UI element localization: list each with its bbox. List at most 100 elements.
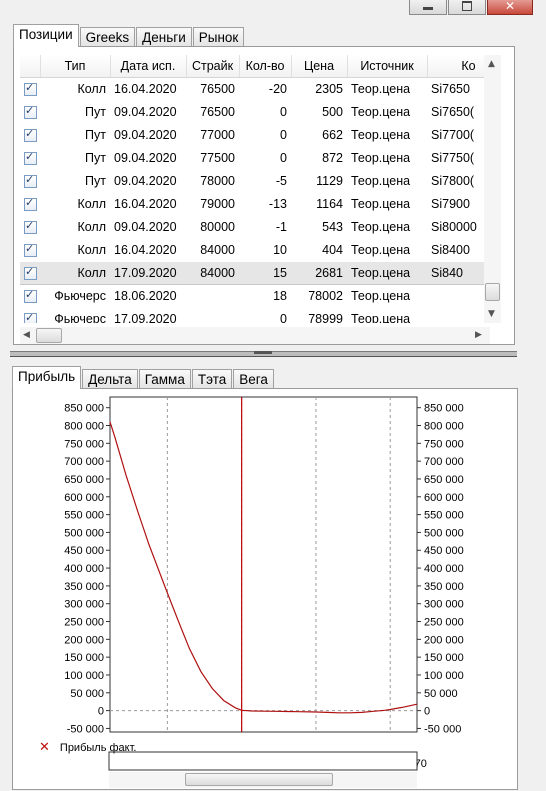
row-checkbox[interactable] [24,265,37,281]
cell-date: 16.04.2020 [114,82,177,96]
minimize-icon [423,7,433,10]
row-checkbox[interactable] [24,104,37,120]
scroll-right-icon[interactable]: ▶ [475,330,482,340]
checkbox[interactable] [20,239,40,262]
positions-vscroll[interactable]: ▲ ▼ [484,55,501,323]
y-tick-label-left: 500 000 [64,527,104,539]
table-row[interactable]: Пут 09.04.2020 77000 0 662 Теор.цена Si7700( [20,124,490,147]
tab-market[interactable]: Рынок [192,27,245,47]
table-row[interactable]: Колл17.09.202084000152681Теор.ценаSi840 [20,261,490,285]
table-row[interactable]: Пут 09.04.2020 77500 0 872 Теор.цена Si7750( [20,147,490,170]
cell-strike: 84000 [186,261,239,285]
row-checkbox[interactable] [24,311,37,323]
col-header-qty[interactable]: Кол-во [239,55,292,78]
cell-source: Теор.цена [351,151,411,165]
scroll-down-icon[interactable]: ▼ [488,309,495,319]
tab-money[interactable]: Деньги [136,27,192,47]
cell-date: 16.04.2020 [114,243,177,257]
scroll-up-icon[interactable]: ▲ [488,59,495,69]
row-checkbox[interactable] [24,288,37,304]
table-row[interactable]: Фьючерс 18.06.2020 18 78002 Теор.цена [20,285,490,308]
row-checkbox[interactable] [24,150,37,166]
checkbox[interactable] [20,147,40,170]
col-header-price[interactable]: Цена [291,55,348,78]
row-checkbox[interactable] [24,196,37,212]
cell-date: 09.04.2020 [114,128,177,142]
legend-label: Прибыль факт. [59,741,137,754]
tab-positions[interactable]: Позиции [13,24,79,47]
y-tick-label-right: 700 000 [424,456,464,468]
table-row[interactable]: Колл 16.04.2020 79000 -13 1164 Теор.цена Si790… [20,193,490,216]
y-tick-label-right: 300 000 [424,599,464,611]
cell-date: 16.04.2020 [114,197,177,211]
table-row[interactable]: Колл 16.04.2020 84000 10 404 Теор.цена Si8400 [20,239,490,262]
cell-qty: -13 [268,197,287,211]
col-header-check[interactable] [20,55,41,78]
y-tick-label-left: 50 000 [70,688,104,700]
y-tick-label-right: 650 000 [424,474,464,486]
table-row[interactable]: Пут 09.04.2020 78000 -5 1129 Теор.цена Si7800( [20,170,490,193]
positions-hscroll-thumb[interactable] [36,328,62,343]
profit-chart[interactable]: 850 000 850 000 800 000 800 000 750 000 750 0… [13,389,517,789]
cell-code: Si7700( [431,128,475,142]
cell-qty: 18 [273,289,287,303]
checkbox[interactable] [20,78,40,101]
cell-type: Пут [85,105,106,119]
close-icon: ✕ [504,0,516,13]
positions-vscroll-thumb[interactable] [485,283,500,301]
row-checkbox[interactable] [24,173,37,189]
tab-delta[interactable]: Дельта [82,369,138,389]
chart-pane: 850 000 850 000 800 000 800 000 750 000 750 0… [12,388,518,790]
cell-strike: 78000 [200,174,235,188]
row-checkbox[interactable] [24,127,37,143]
cell-type: Колл [77,220,106,234]
tab-vega[interactable]: Вега [233,369,274,389]
cell-price: 500 [322,105,343,119]
tab-profit[interactable]: Прибыль [12,366,82,389]
table-header-row: Тип Дата исп. Страйк Кол-во Цена Источни… [20,55,490,78]
cell-type: Колл [40,261,110,285]
legend-cross-icon: ✕ [39,740,50,755]
table-row[interactable]: Фьючерс 17.09.2020 0 78999 Теор.цена [20,308,490,324]
tab-theta[interactable]: Тэта [191,369,233,389]
col-header-strike[interactable]: Страйк [186,55,240,78]
minimize-button[interactable] [409,0,447,15]
table-row[interactable]: Колл 16.04.2020 76500 -20 2305 Теор.цена Si765… [20,78,490,101]
y-tick-label-left: 450 000 [64,545,104,557]
scroll-left-icon[interactable]: ◀ [23,330,30,340]
cell-qty: -5 [275,174,287,188]
cell-type: Колл [77,82,106,96]
cell-strike: 84000 [200,243,235,257]
row-checkbox[interactable] [24,81,37,97]
cell-qty: 15 [239,261,291,285]
checkbox[interactable] [20,193,40,216]
y-tick-label-left: 0 [98,706,104,718]
checkbox[interactable] [20,170,40,193]
cell-date: 17.09.2020 [110,261,186,285]
col-header-source[interactable]: Источник [347,55,428,78]
maximize-button[interactable] [448,0,486,15]
close-button[interactable]: ✕ [487,0,533,15]
col-header-code[interactable]: Ко [427,55,490,78]
checkbox[interactable] [20,261,40,285]
chart-hscroll[interactable] [109,772,417,788]
tab-greeks[interactable]: Greeks [79,27,136,47]
col-header-type[interactable]: Тип [40,55,111,78]
checkbox[interactable] [20,101,40,124]
chart-hscroll-thumb[interactable] [185,773,333,786]
cell-date: 09.04.2020 [114,105,177,119]
checkbox[interactable] [20,216,40,239]
row-checkbox[interactable] [24,219,37,235]
y-tick-label-right: 750 000 [424,438,464,450]
table-row[interactable]: Колл 09.04.2020 80000 -1 543 Теор.цена Si80000 [20,216,490,239]
y-tick-label-right: 500 000 [424,527,464,539]
col-header-date[interactable]: Дата исп. [110,55,187,78]
checkbox[interactable] [20,308,40,323]
checkbox[interactable] [20,124,40,147]
positions-hscroll[interactable]: ◀ ▶ [20,327,490,344]
tab-gamma[interactable]: Гамма [138,369,191,389]
cell-code [427,308,490,324]
checkbox[interactable] [20,285,40,308]
row-checkbox[interactable] [24,242,37,258]
table-row[interactable]: Пут 09.04.2020 76500 0 500 Теор.цена Si7650( [20,101,490,124]
